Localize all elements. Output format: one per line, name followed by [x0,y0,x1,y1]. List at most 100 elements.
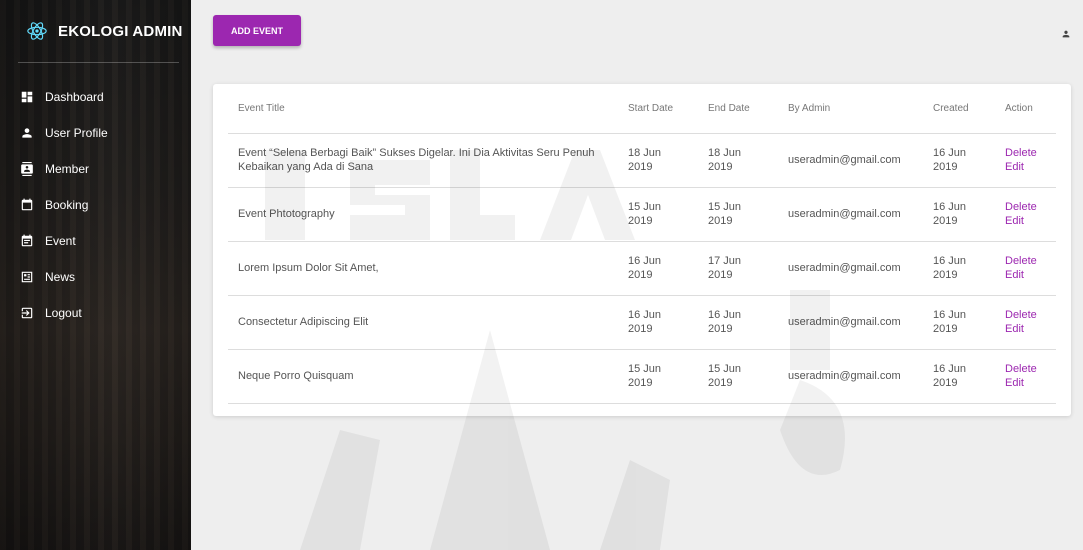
end-date: 15 Jun 2019 [698,349,778,404]
delete-link[interactable]: Delete [1005,146,1056,160]
sidebar-item-news[interactable]: News [0,259,191,295]
delete-link[interactable]: Delete [1005,308,1056,322]
row-actions: Delete Edit [995,295,1056,350]
table-row: Consectetur Adipiscing Elit 16 Jun 2019 1… [228,295,1056,350]
edit-link[interactable]: Edit [1005,322,1056,336]
end-date-day: 18 Jun [708,147,742,159]
admin-email: useradmin@gmail.com [778,349,923,404]
edit-link[interactable]: Edit [1005,376,1056,390]
admin-email: useradmin@gmail.com [778,187,923,242]
event-title: Event Phtotography [228,187,618,242]
table-row: Neque Porro Quisquam 15 Jun 2019 15 Jun 20… [228,349,1056,404]
delete-link[interactable]: Delete [1005,254,1056,268]
person-icon [20,126,34,140]
created-year: 2019 [933,269,958,281]
end-date: 15 Jun 2019 [698,187,778,242]
end-date-day: 15 Jun [708,363,742,375]
end-date: 18 Jun 2019 [698,133,778,188]
row-actions: Delete Edit [995,187,1056,242]
delete-link[interactable]: Delete [1005,362,1056,376]
end-date-day: 17 Jun [708,255,742,267]
start-date: 15 Jun 2019 [618,349,698,404]
start-date-day: 16 Jun [628,255,662,267]
row-actions: Delete Edit [995,241,1056,296]
end-date-year: 2019 [708,323,733,335]
contact-card-icon [20,162,34,176]
user-account-icon[interactable] [1061,26,1071,38]
start-date-day: 15 Jun [628,201,662,213]
created-day: 16 Jun [933,255,967,267]
header-action: Action [995,84,1056,134]
start-date-year: 2019 [628,161,653,173]
event-title: Consectetur Adipiscing Elit [228,295,618,350]
end-date: 16 Jun 2019 [698,295,778,350]
sidebar-item-label: Dashboard [45,90,104,104]
row-actions: Delete Edit [995,349,1056,404]
start-date: 15 Jun 2019 [618,187,698,242]
created-date: 16 Jun 2019 [923,241,995,296]
brand-title: EKOLOGI ADMIN [58,22,183,40]
header-end-date: End Date [698,84,778,134]
admin-email: useradmin@gmail.com [778,295,923,350]
sidebar-item-member[interactable]: Member [0,151,191,187]
header-created: Created [923,84,995,134]
event-title: Event “Selena Berbagi Baik” Sukses Digel… [228,133,618,188]
sidebar-item-label: Logout [45,306,82,320]
created-year: 2019 [933,377,958,389]
edit-link[interactable]: Edit [1005,160,1056,174]
sidebar-item-label: User Profile [45,126,108,140]
end-date-year: 2019 [708,215,733,227]
created-date: 16 Jun 2019 [923,349,995,404]
start-date-day: 15 Jun [628,363,662,375]
table-header-row: Event Title Start Date End Date By Admin… [228,84,1056,134]
dashboard-icon [20,90,34,104]
start-date: 16 Jun 2019 [618,241,698,296]
sidebar-item-dashboard[interactable]: Dashboard [0,79,191,115]
created-day: 16 Jun [933,309,967,321]
created-date: 16 Jun 2019 [923,295,995,350]
start-date-year: 2019 [628,323,653,335]
created-year: 2019 [933,161,958,173]
atom-icon [27,22,47,40]
start-date-day: 16 Jun [628,309,662,321]
row-actions: Delete Edit [995,133,1056,188]
edit-link[interactable]: Edit [1005,268,1056,282]
events-card: Event Title Start Date End Date By Admin… [213,84,1071,416]
created-day: 16 Jun [933,201,967,213]
sidebar-item-label: Member [45,162,90,176]
logout-icon [20,306,34,320]
start-date-year: 2019 [628,269,653,281]
created-date: 16 Jun 2019 [923,187,995,242]
sidebar-divider [18,62,179,63]
event-title: Neque Porro Quisquam [228,349,618,404]
end-date: 17 Jun 2019 [698,241,778,296]
sidebar-item-booking[interactable]: Booking [0,187,191,223]
edit-link[interactable]: Edit [1005,214,1056,228]
created-day: 16 Jun [933,363,967,375]
created-year: 2019 [933,215,958,227]
sidebar-item-label: Booking [45,198,89,212]
brand[interactable]: EKOLOGI ADMIN [0,0,191,62]
end-date-day: 15 Jun [708,201,742,213]
table-row: Lorem Ipsum Dolor Sit Amet, 16 Jun 2019 1… [228,241,1056,296]
header-by-admin: By Admin [778,84,923,134]
end-date-year: 2019 [708,161,733,173]
sidebar-item-logout[interactable]: Logout [0,295,191,331]
sidebar-item-label: News [45,270,76,284]
delete-link[interactable]: Delete [1005,200,1056,214]
start-date: 18 Jun 2019 [618,133,698,188]
created-day: 16 Jun [933,147,967,159]
start-date-day: 18 Jun [628,147,662,159]
start-date-year: 2019 [628,215,653,227]
event-title: Lorem Ipsum Dolor Sit Amet, [228,241,618,296]
sidebar-item-user-profile[interactable]: User Profile [0,115,191,151]
sidebar: EKOLOGI ADMIN Dashboard User Profile Mem… [0,0,191,550]
created-date: 16 Jun 2019 [923,133,995,188]
events-table: Event Title Start Date End Date By Admin… [228,84,1056,404]
calendar-icon [20,198,34,212]
sidebar-item-event[interactable]: Event [0,223,191,259]
news-icon [20,270,34,284]
add-event-button[interactable]: ADD EVENT [213,15,301,46]
start-date-year: 2019 [628,377,653,389]
admin-email: useradmin@gmail.com [778,133,923,188]
